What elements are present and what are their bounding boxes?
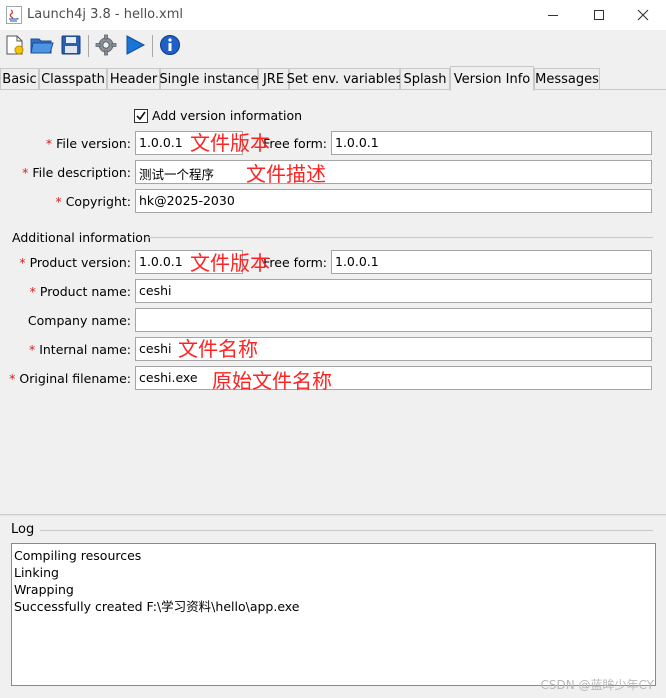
file-free-form-field[interactable]: 1.0.0.1 (331, 131, 652, 155)
toolbar-separator (152, 35, 153, 57)
tab-version-info[interactable]: Version Info (450, 66, 534, 91)
about-info-icon[interactable] (158, 33, 182, 57)
toolbar-separator (88, 35, 89, 57)
product-name-label: * Product name: (30, 284, 131, 299)
title-bar: Launch4j 3.8 - hello.xml (0, 0, 666, 30)
product-version-label-text: Product version: (29, 255, 131, 270)
add-version-label: Add version information (152, 108, 303, 123)
tab-classpath[interactable]: Classpath (39, 68, 107, 90)
log-textarea[interactable]: Compiling resources Linking Wrapping Suc… (11, 543, 656, 686)
file-version-label: * File version: (46, 136, 131, 151)
log-title-line (40, 530, 653, 531)
product-name-field[interactable]: ceshi (135, 279, 652, 303)
minimize-button[interactable] (530, 0, 576, 30)
product-version-field[interactable]: 1.0.0.1 (135, 250, 243, 274)
add-version-checkbox[interactable] (134, 109, 148, 123)
log-line: Successfully created F:\学习资料\hello\app.e… (14, 599, 300, 614)
company-name-field[interactable] (135, 308, 652, 332)
watermark: CSDN @蓝眸少年CY (540, 678, 654, 692)
file-description-field[interactable]: 测试一个程序 (135, 160, 652, 184)
tab-set-env-variables[interactable]: Set env. variables (287, 68, 402, 90)
required-star: * (9, 371, 20, 386)
section-divider (147, 237, 653, 238)
log-title: Log (11, 522, 35, 537)
internal-name-label-text: Internal name: (39, 342, 131, 357)
internal-name-label: * Internal name: (29, 342, 131, 357)
required-star: * (29, 284, 40, 299)
tab-underline (0, 89, 666, 90)
build-gear-icon[interactable] (94, 33, 118, 57)
company-name-label: Company name: (27, 313, 131, 328)
close-button[interactable] (620, 0, 666, 30)
tab-basic[interactable]: Basic (0, 68, 39, 90)
file-description-label-text: File description: (32, 165, 131, 180)
file-version-label-text: File version: (56, 136, 131, 151)
tab-messages[interactable]: Messages (534, 68, 600, 90)
product-name-label-text: Product name: (39, 284, 131, 299)
checkmark-icon (136, 111, 146, 121)
required-star: * (45, 136, 57, 151)
split-pane-divider[interactable] (0, 514, 666, 516)
original-filename-label: * Original filename: (9, 371, 131, 386)
file-version-field[interactable]: 1.0.0.1 (135, 131, 243, 155)
maximize-button[interactable] (576, 0, 622, 30)
new-config-icon[interactable] (3, 33, 27, 57)
tab-bar: Basic Classpath Header Single instance J… (0, 66, 666, 91)
tab-jre[interactable]: JRE (258, 68, 289, 90)
save-icon[interactable] (59, 33, 83, 57)
additional-info-title: Additional information (12, 230, 151, 245)
java-app-icon (6, 6, 22, 24)
run-icon[interactable] (123, 33, 147, 57)
tab-single-instance[interactable]: Single instance (159, 68, 259, 90)
log-line: Compiling resources (14, 548, 142, 563)
required-star: * (19, 255, 30, 270)
required-star: * (55, 194, 66, 209)
original-filename-label-text: Original filename: (19, 371, 131, 386)
toolbar (0, 30, 666, 62)
file-free-form-label: Free form: (263, 136, 327, 151)
required-star: * (22, 165, 33, 180)
copyright-label: * Copyright: (55, 194, 131, 209)
product-free-form-label: Free form: (263, 255, 327, 270)
window-title: Launch4j 3.8 - hello.xml (27, 7, 184, 22)
product-version-label: * Product version: (19, 255, 131, 270)
internal-name-field[interactable]: ceshi (135, 337, 652, 361)
tab-header[interactable]: Header (107, 68, 160, 90)
copyright-label-text: Copyright: (65, 194, 131, 209)
file-description-label: * File description: (22, 165, 131, 180)
original-filename-field[interactable]: ceshi.exe (135, 366, 652, 390)
copyright-field[interactable]: hk@2025-2030 (135, 189, 652, 213)
log-line: Wrapping (14, 582, 74, 597)
log-line: Linking (14, 565, 59, 580)
product-free-form-field[interactable]: 1.0.0.1 (331, 250, 652, 274)
tab-splash[interactable]: Splash (400, 68, 450, 90)
required-star: * (28, 342, 40, 357)
open-folder-icon[interactable] (30, 33, 54, 57)
